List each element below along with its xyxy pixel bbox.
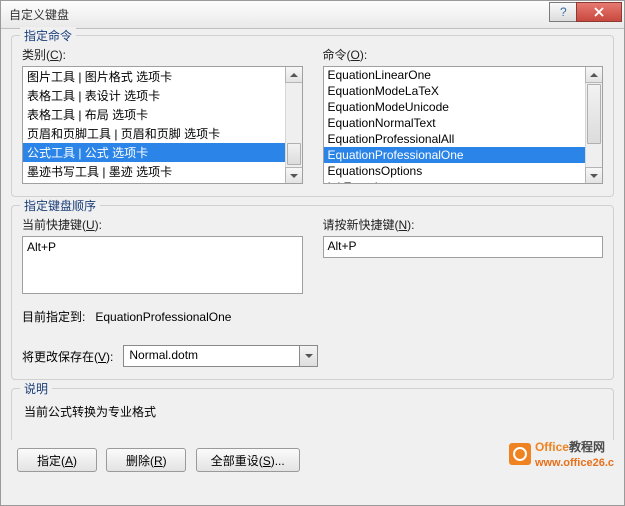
dialog-content: 指定命令 类别(C): 图片工具 | 图片格式 选项卡表格工具 | 表设计 选项…	[1, 29, 624, 480]
list-item[interactable]: EquationsOptions	[324, 163, 603, 179]
scroll-down-icon[interactable]	[285, 167, 303, 184]
current-keys-listbox[interactable]: Alt+P	[22, 236, 303, 294]
list-item[interactable]: 图片工具 | 图片格式 选项卡	[23, 67, 302, 86]
list-item[interactable]: 表格工具 | 表设计 选项卡	[23, 86, 302, 105]
scroll-down-icon[interactable]	[585, 167, 603, 184]
group-specify-command: 指定命令 类别(C): 图片工具 | 图片格式 选项卡表格工具 | 表设计 选项…	[11, 35, 614, 197]
group-description: 说明 当前公式转换为专业格式	[11, 388, 614, 440]
list-item[interactable]: EquationProfessionalAll	[324, 131, 603, 147]
new-key-value: Alt+P	[328, 239, 357, 253]
assign-button[interactable]: 指定(A)	[17, 448, 97, 472]
window-title: 自定义键盘	[9, 6, 550, 23]
list-item[interactable]: InkEquation	[324, 179, 603, 184]
scroll-thumb[interactable]	[287, 143, 301, 165]
assigned-to-value: EquationProfessionalOne	[95, 310, 231, 324]
categories-column: 类别(C): 图片工具 | 图片格式 选项卡表格工具 | 表设计 选项卡表格工具…	[22, 46, 303, 184]
watermark: Office教程网 www.office26.c	[509, 438, 614, 469]
save-in-value: Normal.dotm	[124, 346, 299, 366]
list-item[interactable]: EquationLinearOne	[324, 67, 603, 83]
new-key-input[interactable]: Alt+P	[323, 236, 604, 258]
group-legend: 指定键盘顺序	[20, 197, 100, 214]
current-keys-value: Alt+P	[27, 240, 56, 254]
list-item[interactable]: 表格工具 | 布局 选项卡	[23, 105, 302, 124]
list-item[interactable]: EquationModeUnicode	[324, 99, 603, 115]
list-item[interactable]: 公式工具 | 公式 选项卡	[23, 143, 302, 162]
svg-text:?: ?	[560, 6, 567, 18]
save-in-label: 将更改保存在(V):	[22, 348, 113, 365]
reset-all-button[interactable]: 全部重设(S)...	[196, 448, 300, 472]
new-key-label: 请按新快捷键(N):	[323, 216, 604, 233]
categories-listbox[interactable]: 图片工具 | 图片格式 选项卡表格工具 | 表设计 选项卡表格工具 | 布局 选…	[22, 66, 303, 184]
categories-label: 类别(C):	[22, 46, 303, 63]
current-keys-label: 当前快捷键(U):	[22, 216, 303, 233]
list-item[interactable]: 墨迹书写工具 | 墨迹 选项卡	[23, 162, 302, 181]
list-item[interactable]: EquationProfessionalOne	[324, 147, 603, 163]
group-keyboard-sequence: 指定键盘顺序 当前快捷键(U): Alt+P 请按新快捷键(N): Alt+P	[11, 205, 614, 380]
close-button[interactable]	[576, 2, 622, 22]
group-legend: 指定命令	[20, 27, 76, 44]
scroll-up-icon[interactable]	[285, 66, 303, 83]
window-buttons: ?	[550, 2, 622, 22]
save-in-combobox[interactable]: Normal.dotm	[123, 345, 318, 367]
scroll-up-icon[interactable]	[585, 66, 603, 83]
assigned-to-label: 目前指定到:	[22, 308, 85, 325]
scrollbar[interactable]	[585, 67, 602, 183]
help-button[interactable]: ?	[549, 2, 577, 22]
dialog-window: 自定义键盘 ? 指定命令 类别(C): 图片工具 | 图片格式 选项卡表格工具 …	[0, 0, 625, 506]
remove-button[interactable]: 删除(R)	[106, 448, 186, 472]
logo-icon	[509, 443, 531, 465]
commands-label: 命令(O):	[323, 46, 604, 63]
chevron-down-icon[interactable]	[299, 346, 317, 366]
list-item[interactable]: EquationModeLaTeX	[324, 83, 603, 99]
description-text: 当前公式转换为专业格式	[22, 399, 603, 430]
commands-column: 命令(O): EquationLinearOneEquationModeLaTe…	[323, 46, 604, 184]
group-legend: 说明	[20, 380, 52, 397]
titlebar: 自定义键盘 ?	[1, 1, 624, 29]
scroll-thumb[interactable]	[587, 84, 601, 144]
commands-listbox[interactable]: EquationLinearOneEquationModeLaTeXEquati…	[323, 66, 604, 184]
list-item[interactable]: 页眉和页脚工具 | 页眉和页脚 选项卡	[23, 124, 302, 143]
scrollbar[interactable]	[285, 67, 302, 183]
list-item[interactable]: 图形工具 | 图形格式 选项卡	[23, 181, 302, 184]
list-item[interactable]: EquationNormalText	[324, 115, 603, 131]
